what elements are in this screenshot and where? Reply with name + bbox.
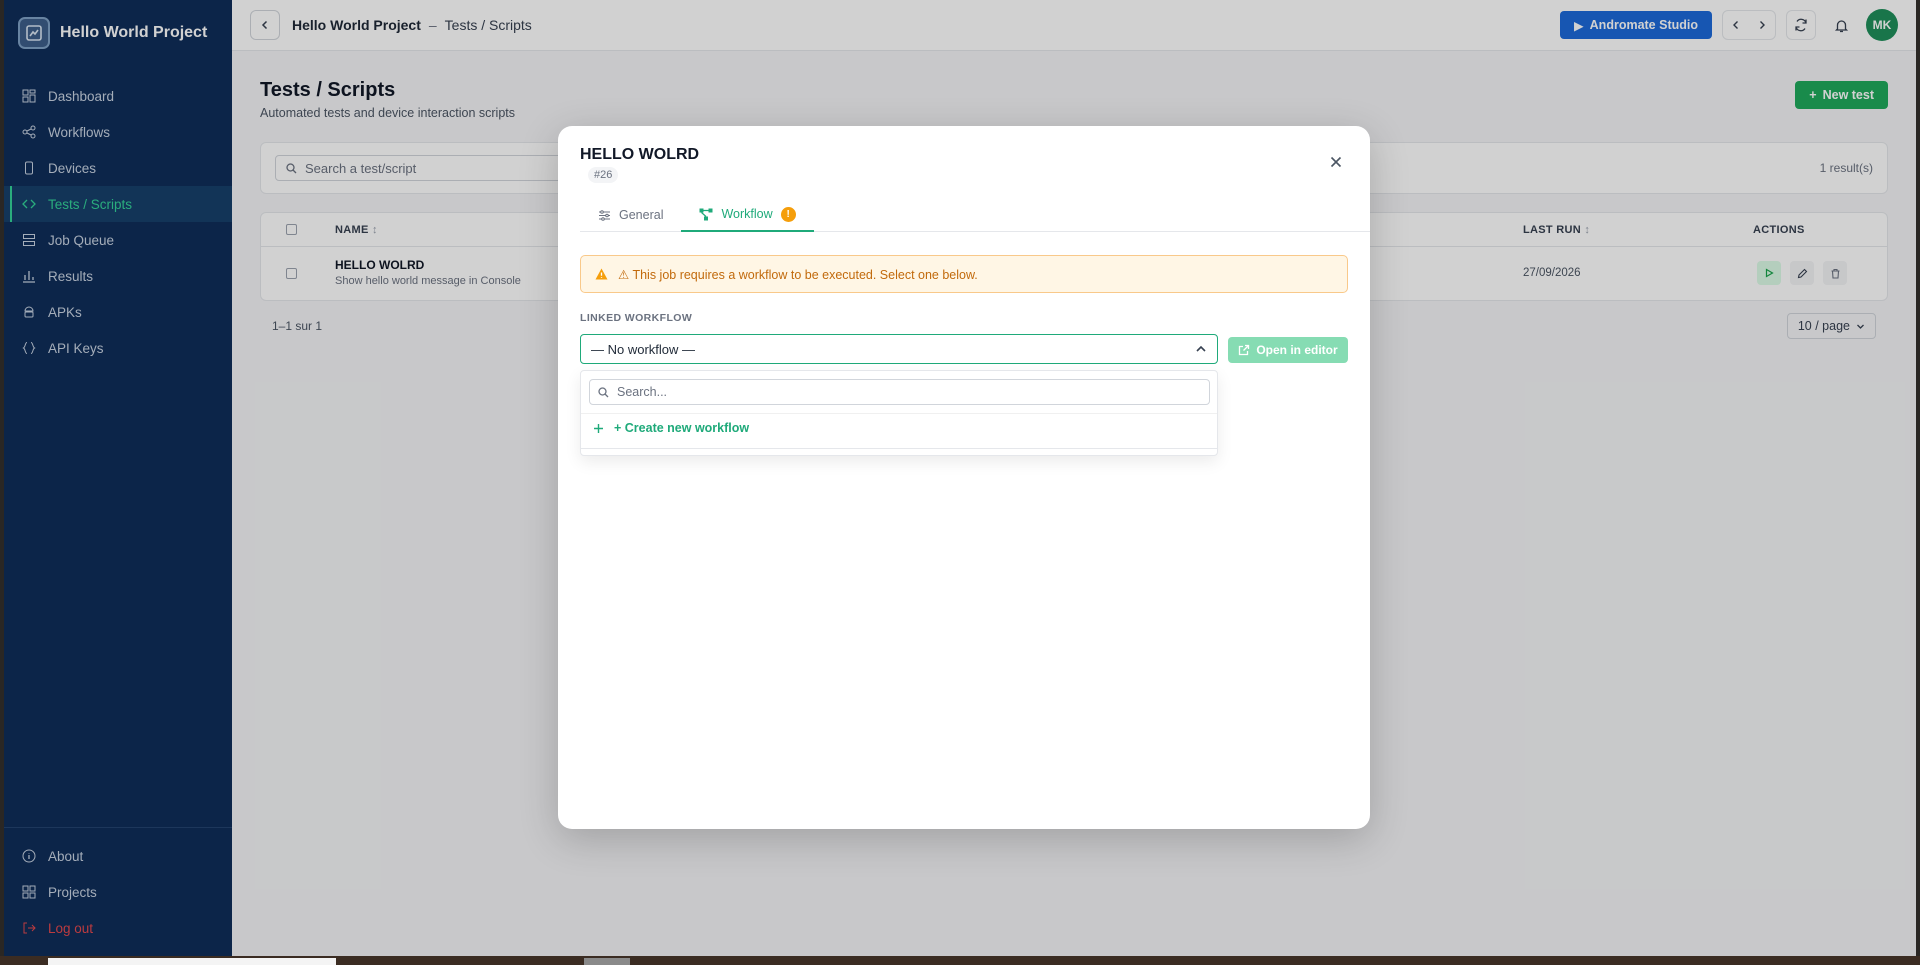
chevron-up-icon: [1196, 345, 1206, 352]
workflow-required-alert: ⚠ This job requires a workflow to be exe…: [580, 255, 1348, 293]
tab-label: General: [619, 208, 664, 222]
open-editor-label: Open in editor: [1256, 343, 1338, 357]
dropdown-bottom-border: [581, 448, 1217, 449]
workflow-select[interactable]: — No workflow —: [580, 334, 1218, 364]
os-taskbar: [0, 956, 1920, 965]
sliders-icon: [599, 209, 610, 221]
tab-general[interactable]: General: [580, 198, 681, 232]
dropdown-search-input[interactable]: Search...: [589, 379, 1210, 405]
workflow-icon: [699, 208, 713, 220]
taskbar-window[interactable]: [48, 958, 336, 965]
create-workflow-label: + Create new workflow: [614, 421, 750, 435]
modal-id-badge: #26: [588, 167, 619, 183]
dropdown-divider: [581, 413, 1217, 414]
dropdown-search-placeholder: Search...: [617, 385, 668, 399]
app-window: Hello World Project Dashboard Workflows …: [4, 0, 1916, 956]
warning-icon: [595, 268, 608, 280]
open-in-editor-button[interactable]: Open in editor: [1228, 337, 1348, 363]
close-icon: [1330, 156, 1342, 168]
modal-tabs: General Workflow !: [580, 198, 1370, 232]
modal-title: HELLO WOLRD: [580, 146, 700, 163]
linked-workflow-label: LINKED WORKFLOW: [580, 312, 693, 324]
tab-label: Workflow: [721, 207, 773, 221]
warning-badge: !: [780, 206, 796, 222]
external-link-icon: [1239, 344, 1250, 356]
close-button[interactable]: [1328, 154, 1344, 170]
create-workflow-option[interactable]: + Create new workflow: [593, 421, 749, 435]
taskbar-item[interactable]: [584, 958, 630, 965]
select-value: — No workflow —: [591, 341, 696, 357]
search-icon: [598, 386, 609, 397]
tab-workflow[interactable]: Workflow !: [681, 198, 814, 232]
alert-text: ⚠ This job requires a workflow to be exe…: [618, 267, 978, 282]
plus-icon: [594, 423, 603, 433]
workflow-dropdown: Search... + Create new workflow: [580, 370, 1218, 456]
test-detail-modal: HELLO WOLRD #26 General Workflow ! ⚠ Thi…: [558, 126, 1370, 829]
